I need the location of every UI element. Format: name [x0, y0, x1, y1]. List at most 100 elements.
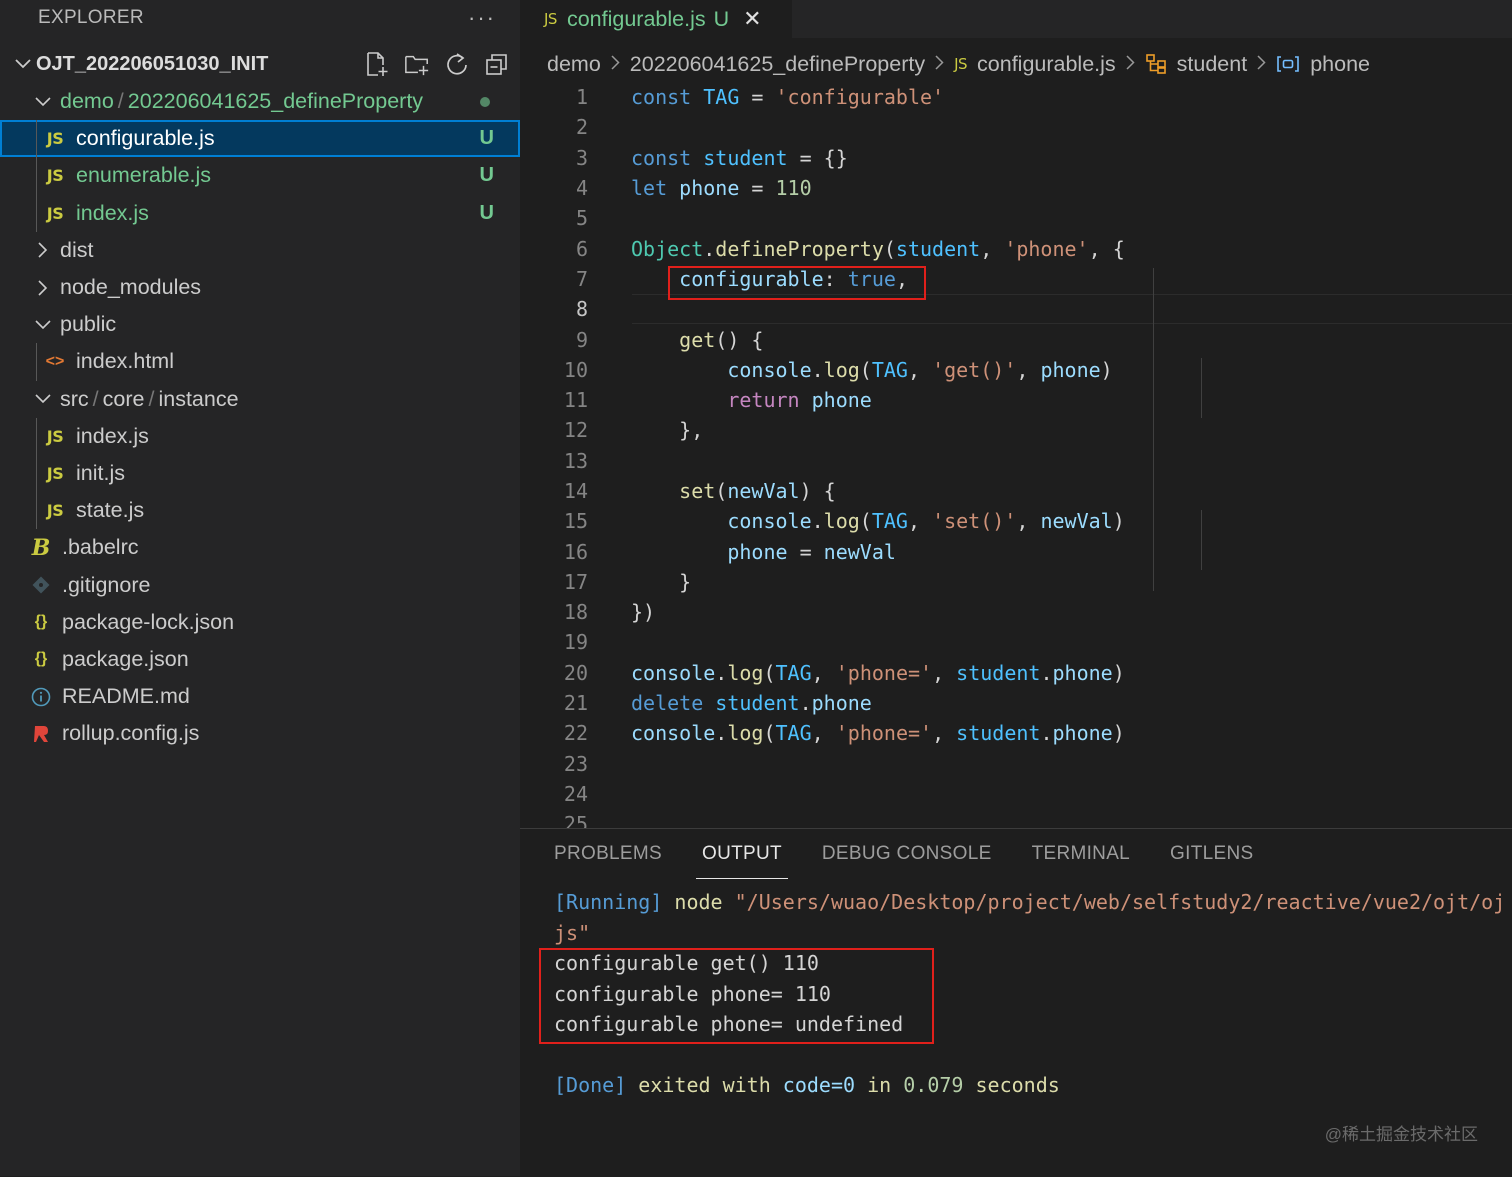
code-token: :	[823, 266, 848, 291]
indent-guide	[36, 157, 37, 195]
code-line[interactable]: 1 const TAG = 'configurable'	[520, 82, 1512, 112]
code-token: 'get()'	[932, 357, 1017, 382]
git-icon	[28, 576, 54, 594]
code-token: phone	[679, 176, 740, 201]
tree-file[interactable]: JS configurable.js U	[0, 120, 520, 158]
code-line[interactable]: 7 configurable: true,	[520, 264, 1512, 294]
tab-output[interactable]: OUTPUT	[696, 843, 788, 879]
code-line[interactable]: 13	[520, 446, 1512, 476]
tree-file[interactable]: rollup.config.js	[0, 715, 520, 752]
breadcrumb-item[interactable]: JS configurable.js	[954, 52, 1116, 77]
code-line[interactable]: 15 console.log(TAG, 'set()', newVal)	[520, 506, 1512, 536]
tree-file[interactable]: JS index.js U	[0, 194, 520, 232]
collapse-icon[interactable]	[484, 50, 510, 78]
code-line[interactable]: 23	[520, 749, 1512, 779]
code-token: TAG	[775, 660, 812, 685]
more-actions-icon[interactable]: ···	[468, 5, 496, 31]
tree-item-label: package.json	[62, 646, 189, 671]
line-number: 24	[563, 781, 588, 806]
tree-file[interactable]: JS state.js	[0, 492, 520, 530]
indent-guide	[36, 194, 37, 232]
code-line[interactable]: 17 }	[520, 567, 1512, 597]
close-icon[interactable]: ✕	[743, 6, 761, 32]
refresh-icon[interactable]	[444, 50, 470, 78]
path-segment: 202206041625_defineProperty	[127, 89, 424, 114]
tab-debug-console[interactable]: DEBUG CONSOLE	[822, 843, 992, 879]
code-token: phone	[1052, 721, 1113, 746]
tree-item-label: demo/202206041625_defineProperty	[60, 89, 423, 114]
code-line[interactable]: 5	[520, 203, 1512, 233]
line-number: 9	[575, 327, 588, 352]
tree-folder[interactable]: dist	[0, 232, 520, 269]
code-token: = {}	[787, 145, 848, 170]
tree-folder[interactable]: public	[0, 306, 520, 343]
tree-folder[interactable]: demo/202206041625_defineProperty	[0, 83, 520, 120]
path-separator: /	[148, 386, 155, 411]
tree-file[interactable]: .gitignore	[0, 566, 520, 603]
code-line[interactable]: 19	[520, 627, 1512, 657]
code-token: .	[715, 721, 728, 746]
output-view[interactable]: [Running] node "/Users/wuao/Desktop/proj…	[554, 887, 1505, 1101]
tree-item-label: index.js	[76, 423, 149, 448]
code-token: console	[631, 660, 716, 685]
code-editor[interactable]: 1 const TAG = 'configurable' 2 3 const stude…	[520, 82, 1512, 828]
tree-file[interactable]: JS enumerable.js U	[0, 157, 520, 195]
code-line[interactable]: 9 get() {	[520, 324, 1512, 354]
tab-label: configurable.js	[566, 6, 706, 31]
new-folder-icon[interactable]	[404, 50, 430, 78]
breadcrumb-item[interactable]: student	[1145, 52, 1247, 77]
code-line[interactable]: 11 return phone	[520, 385, 1512, 415]
tree-folder[interactable]: src / core / instance	[0, 381, 520, 418]
code-line[interactable]: 20 console.log(TAG, 'phone=', student.pho…	[520, 658, 1512, 688]
code-line[interactable]: 12 },	[520, 415, 1512, 445]
tree-item-label: public	[60, 312, 116, 337]
tree-file[interactable]: B .babelrc	[0, 529, 520, 566]
code-line[interactable]: 18})	[520, 597, 1512, 627]
breadcrumb-label: configurable.js	[977, 51, 1116, 76]
code-text: configurable: true,	[631, 267, 908, 291]
line-number: 2	[575, 115, 588, 140]
tree-folder[interactable]: node_modules	[0, 269, 520, 306]
breadcrumb-item[interactable]: demo	[547, 52, 601, 77]
done-tag: [Done]	[554, 1073, 627, 1098]
tree-file[interactable]: README.md	[0, 678, 520, 715]
rollup-icon	[28, 724, 54, 744]
code-line[interactable]: 8	[520, 294, 1512, 325]
project-root[interactable]: OJT_202206051030_INIT	[0, 45, 520, 83]
code-token: phone	[811, 691, 872, 716]
tree-file[interactable]: JS index.js	[0, 417, 520, 455]
breadcrumb-item[interactable]: 202206041625_defineProperty	[630, 52, 925, 77]
code-line[interactable]: 14 set(newVal) {	[520, 476, 1512, 506]
tree-file[interactable]: {} package-lock.json	[0, 604, 520, 641]
code-line[interactable]: 21 delete student.phone	[520, 688, 1512, 718]
code-line[interactable]: 4 let phone = 110	[520, 173, 1512, 203]
code-line[interactable]: 10 console.log(TAG, 'get()', phone)	[520, 355, 1512, 385]
code-line[interactable]: 16 phone = newVal	[520, 536, 1512, 566]
code-text: console.log(TAG, 'phone=', student.phone…	[631, 661, 1125, 685]
line-number: 12	[563, 418, 588, 443]
explorer-sidebar: EXPLORER ··· OJT_202206051030_INIT demo /…	[0, 0, 520, 1176]
tab-configurable-js[interactable]: JS configurable.js U ✕	[520, 0, 792, 38]
watermark: @稀土掘金技术社区	[1324, 1125, 1478, 1144]
line-number: 16	[563, 539, 588, 564]
tab-gitlens[interactable]: GITLENS	[1170, 843, 1253, 879]
tab-terminal[interactable]: TERMINAL	[1032, 843, 1130, 879]
code-line[interactable]: 6 Object.defineProperty(student, 'phone',…	[520, 233, 1512, 263]
code-line[interactable]: 3 const student = {}	[520, 143, 1512, 173]
tree-file[interactable]: {} package.json	[0, 641, 520, 678]
code-token: 'configurable'	[775, 85, 945, 110]
code-line[interactable]: 24	[520, 779, 1512, 809]
code-line[interactable]: 22 console.log(TAG, 'phone=', student.pho…	[520, 718, 1512, 748]
code-text: }	[631, 570, 691, 594]
tree-file[interactable]: JS init.js	[0, 454, 520, 493]
code-token: newVal	[823, 539, 896, 564]
code-line[interactable]: 25	[520, 809, 1512, 828]
running-tag: [Running]	[554, 890, 663, 915]
breadcrumb-item[interactable]: phone	[1276, 52, 1370, 77]
running-path: "/Users/wuao/Desktop/project/web/selfstu…	[734, 890, 1506, 915]
tab-problems[interactable]: PROBLEMS	[554, 843, 662, 879]
code-token: ,	[811, 721, 836, 746]
new-file-icon[interactable]	[364, 50, 390, 78]
tree-file[interactable]: <> index.html	[0, 343, 520, 381]
code-line[interactable]: 2	[520, 112, 1512, 142]
